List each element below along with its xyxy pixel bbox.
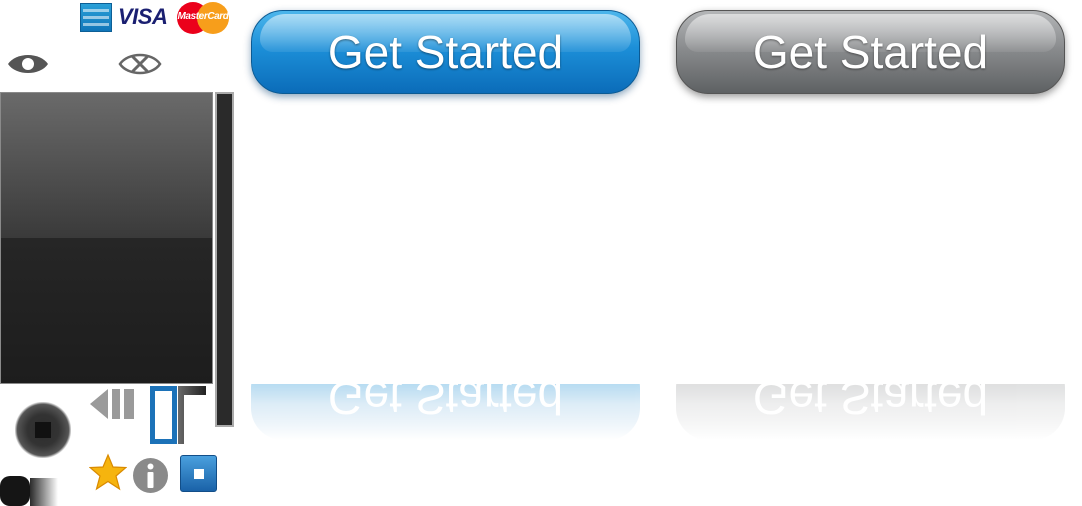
stop-icon <box>35 422 51 438</box>
mastercard-logo: MasterCard <box>177 2 229 34</box>
dark-gradient-panel <box>0 92 213 384</box>
get-started-label: Get Started <box>327 26 564 78</box>
back-icon[interactable] <box>90 386 138 422</box>
button-reflection-blue: Get Started <box>251 384 640 440</box>
get-started-button-blue[interactable]: Get Started <box>251 10 640 94</box>
american-express-logo-icon <box>80 3 112 32</box>
close-circle-icon[interactable] <box>118 49 162 79</box>
info-icon[interactable] <box>132 457 169 494</box>
vertical-scrollbar[interactable] <box>215 92 234 427</box>
visa-logo: VISA <box>118 4 168 29</box>
gradient-swatch <box>30 478 58 506</box>
dark-rounded-swatch <box>0 476 30 506</box>
mastercard-logo-text: MasterCard <box>177 11 229 22</box>
button-reflection-gray: Get Started <box>676 384 1065 440</box>
get-started-label: Get Started <box>752 26 989 78</box>
eye-icon[interactable] <box>6 50 50 78</box>
frame-gray[interactable] <box>178 386 206 444</box>
star-icon[interactable] <box>89 453 127 491</box>
stop-button-glow[interactable] <box>15 402 71 458</box>
selected-frame-blue[interactable] <box>150 386 177 444</box>
get-started-button-gray[interactable]: Get Started <box>676 10 1065 94</box>
stop-button-blue[interactable] <box>180 455 217 492</box>
stop-square-icon <box>194 469 204 479</box>
